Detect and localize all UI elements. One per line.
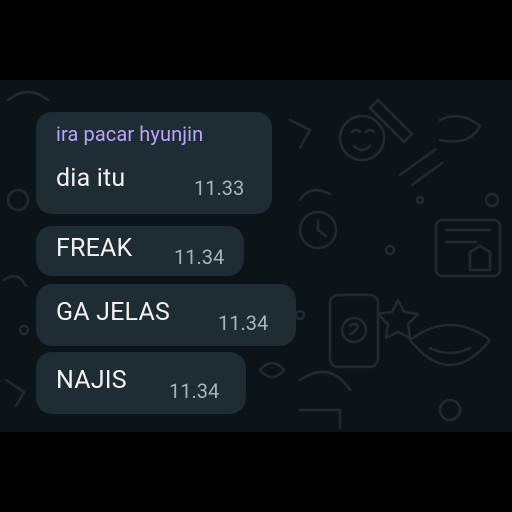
message-text: NAJIS bbox=[56, 366, 127, 395]
message-timestamp: 11.34 bbox=[169, 379, 220, 403]
message-timestamp: 11.34 bbox=[218, 311, 269, 335]
message-bubble[interactable]: ira pacar hyunjin dia itu 11.33 bbox=[36, 112, 272, 214]
message-timestamp: 11.34 bbox=[174, 245, 225, 269]
chat-area[interactable]: ira pacar hyunjin dia itu 11.33 FREAK 11… bbox=[0, 80, 512, 432]
message-timestamp: 11.33 bbox=[194, 176, 245, 200]
message-text: dia itu bbox=[56, 164, 126, 193]
message-text: FREAK bbox=[56, 234, 133, 263]
sender-name[interactable]: ira pacar hyunjin bbox=[56, 122, 203, 146]
message-bubble[interactable]: NAJIS 11.34 bbox=[36, 352, 246, 414]
screenshot-frame: ira pacar hyunjin dia itu 11.33 FREAK 11… bbox=[0, 0, 512, 512]
message-bubble[interactable]: FREAK 11.34 bbox=[36, 226, 244, 276]
message-text: GA JELAS bbox=[56, 298, 170, 327]
message-bubble[interactable]: GA JELAS 11.34 bbox=[36, 284, 296, 346]
